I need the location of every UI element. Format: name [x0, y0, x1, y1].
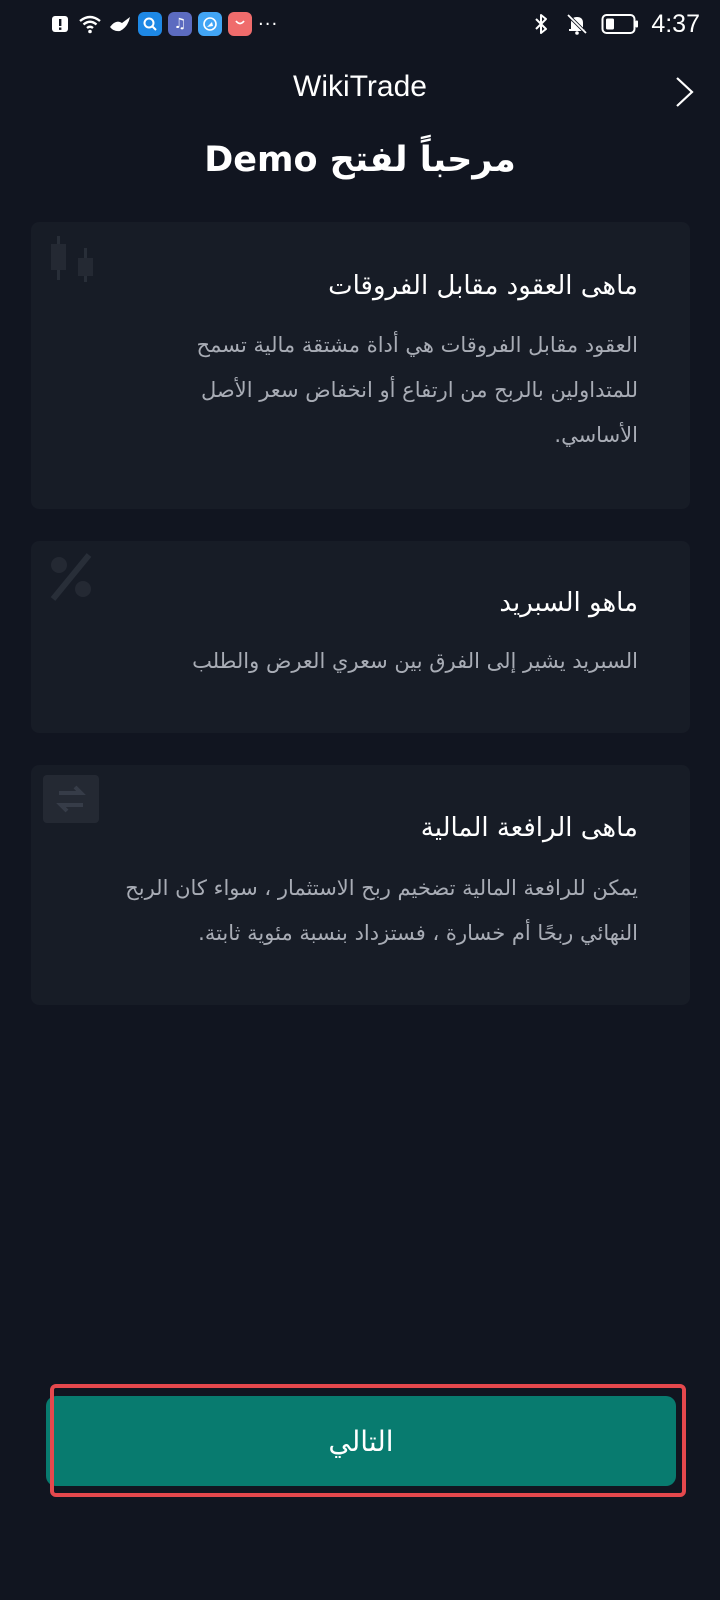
info-card-cfd: ماهى العقود مقابل الفروقات العقود مقابل … — [31, 222, 690, 509]
card-title: ماهو السبريد — [499, 588, 638, 618]
card-description-line: العقود مقابل الفروقات هي أداة مشتقة مالي… — [196, 333, 638, 357]
bluetooth-icon — [529, 12, 553, 36]
candlestick-icon — [41, 230, 101, 286]
page-title: مرحباً لفتح Demo — [204, 140, 516, 180]
more-notifications-icon: ··· — [258, 13, 279, 35]
wifi-icon — [78, 12, 102, 36]
app-bird-icon — [108, 12, 132, 36]
card-title: ماهى العقود مقابل الفروقات — [328, 271, 638, 301]
exchange-icon — [41, 773, 101, 829]
clock: 4:37 — [651, 9, 700, 38]
app-music-icon: ♫ — [168, 12, 192, 36]
app-title: WikiTrade — [293, 70, 427, 103]
next-button-highlight — [50, 1384, 686, 1497]
bell-muted-icon — [565, 12, 589, 36]
info-card-spread: ماهو السبريد السبريد يشير إلى الفرق بين … — [31, 541, 690, 733]
card-description: يمكن للرافعة المالية تضخيم ربح الاستثمار… — [51, 866, 638, 956]
alert-icon — [48, 12, 72, 36]
card-description: السبريد يشير إلى الفرق بين سعري العرض وا… — [51, 639, 638, 684]
card-description-line: النهائي ربحًا أم خسارة ، فستزداد بنسبة م… — [198, 921, 638, 945]
card-title: ماهى الرافعة المالية — [420, 813, 638, 843]
chevron-right-icon[interactable] — [670, 74, 700, 110]
battery-icon — [601, 12, 639, 36]
screen: ♫ ··· 4:37 WikiTrade مرحباً لفتح Demo ما… — [0, 0, 720, 1600]
card-description-line: السبريد يشير إلى الفرق بين سعري العرض وا… — [192, 649, 638, 673]
percent-icon — [41, 549, 101, 605]
card-description: العقود مقابل الفروقات هي أداة مشتقة مالي… — [51, 323, 638, 458]
app-shop-icon — [228, 12, 252, 36]
info-card-leverage: ماهى الرافعة المالية يمكن للرافعة المالي… — [31, 765, 690, 1005]
status-bar: ♫ ··· 4:37 — [0, 0, 720, 48]
card-description-line: يمكن للرافعة المالية تضخيم ربح الاستثمار… — [125, 876, 638, 900]
status-left-icons: ♫ ··· — [48, 12, 278, 36]
card-description-line: الأساسي. — [554, 423, 638, 447]
app-browser-icon — [198, 12, 222, 36]
app-search-icon — [138, 12, 162, 36]
status-right-icons: 4:37 — [529, 10, 700, 39]
card-description-line: للمتداولين بالربح من ارتفاع أو انخفاض سع… — [201, 378, 638, 402]
